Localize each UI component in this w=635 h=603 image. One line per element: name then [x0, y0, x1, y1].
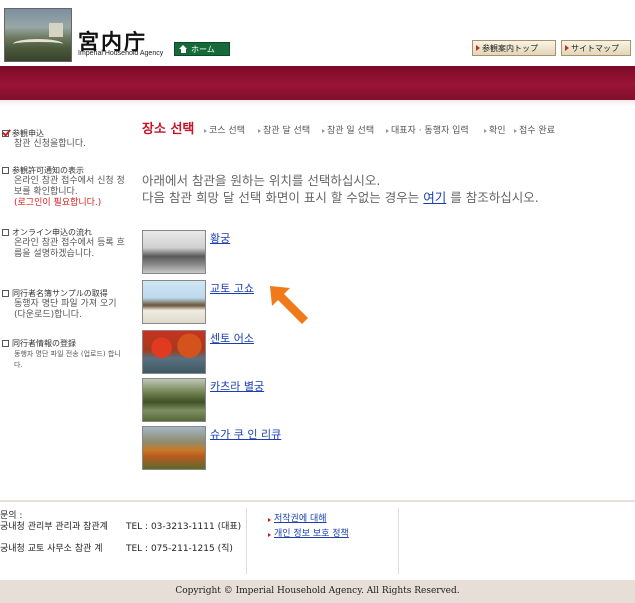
sidebar-heading: 参観許可通知の表示 [12, 166, 84, 175]
sidebar-desc: 동행자 명단 파일 전송 (업로드) 합니다. [14, 350, 121, 369]
sidebar-heading: 同行者名簿サンプルの取得 [12, 289, 108, 298]
header-banner [0, 66, 635, 100]
site-option-sento-palace[interactable]: 센토 어소 [142, 330, 442, 374]
sidebar-item-companion-sample[interactable]: 同行者名簿サンプルの取得 동행자 명단 파일 가져 오기 (다운로드)합니다. [2, 288, 126, 321]
checkbox-checked-icon [2, 130, 9, 137]
arrow-shape [270, 286, 308, 324]
site-link[interactable]: 슈가 쿠 인 리큐 [210, 426, 281, 442]
sidebar-item-permit-notice[interactable]: 参観許可通知の表示 온라인 참관 접수에서 신청 정보를 확인합니다. (로그인… [2, 165, 126, 209]
step-item: 코스 선택 [204, 126, 247, 137]
triangle-right-icon [268, 517, 271, 522]
step-item: 대표자 · 동행자 입력 [386, 126, 479, 137]
site-option-shugakuin-villa[interactable]: 슈가 쿠 인 리큐 [142, 426, 442, 470]
triangle-right-icon [484, 129, 487, 133]
site-link[interactable]: 교토 고쇼 [210, 280, 254, 296]
sidebar-desc: 동행자 명단 파일 가져 오기 (다운로드)합니다. [14, 299, 117, 320]
home-button[interactable]: ホーム [174, 42, 230, 56]
copyright-link[interactable]: 저작권에 대해 [268, 512, 349, 527]
step-item: 참관 달 선택 [258, 126, 313, 137]
orange-pointer-arrow-icon [270, 286, 308, 324]
sitemap-button[interactable]: サイトマップ [561, 40, 631, 56]
triangle-right-icon [258, 129, 261, 133]
contact-row: 궁내청 교토 사무소 참관 계 TEL : 075-211-1215 (직) [0, 544, 233, 554]
step-item: 확인 [484, 126, 507, 137]
intro-line1: 아래에서 참관을 원하는 위치를 선택하십시오. [142, 173, 381, 188]
home-icon [179, 45, 188, 53]
triangle-right-icon [322, 129, 325, 133]
sidebar-heading: 同行者情報の登録 [12, 339, 76, 348]
login-required-note: (로그인이 필요합니다.) [14, 198, 102, 208]
imperial-palace-photo[interactable] [142, 230, 206, 274]
sidebar-item-apply[interactable]: 参観申込 참관 신청을합니다. [2, 128, 126, 150]
site-link[interactable]: 카츠라 별궁 [210, 378, 264, 394]
footer-links: 저작권에 대해 개인 정보 보호 정책 [268, 512, 349, 542]
checkbox-icon [2, 340, 9, 347]
contact-row: 궁내청 관리부 관리과 참관계 TEL : 03-3213-1111 (대표) [0, 522, 242, 532]
contact-info: 문의 : 궁내청 관리부 관리과 참관계 TEL : 03-3213-1111 … [0, 511, 250, 555]
sento-palace-photo[interactable] [142, 330, 206, 374]
triangle-right-icon [476, 45, 480, 51]
triangle-right-icon [268, 532, 271, 537]
sidebar-heading: オンライン申込の流れ [12, 228, 92, 237]
intro-text: 아래에서 참관을 원하는 위치를 선택하십시오. 다음 참관 희망 달 선택 화… [142, 172, 582, 206]
checkbox-icon [2, 167, 9, 174]
sidebar-desc: 온라인 참관 접수에서 등록 흐름을 설명하겠습니다. [14, 238, 125, 259]
site-link[interactable]: 센토 어소 [210, 330, 254, 346]
katsura-villa-photo[interactable] [142, 378, 206, 422]
current-step: 장소 선택 [142, 122, 195, 137]
sidebar-item-online-flow[interactable]: オンライン申込の流れ 온라인 참관 접수에서 등록 흐름을 설명하겠습니다. [2, 227, 126, 260]
triangle-right-icon [204, 129, 207, 133]
copyright-bar: Copyright © Imperial Household Agency. A… [0, 580, 635, 603]
sidebar-desc: 참관 신청을합니다. [14, 139, 86, 149]
sidebar-desc: 온라인 참관 접수에서 신청 정보를 확인합니다. [14, 176, 125, 197]
site-header: 宮内庁 Imperial Household Agency ホーム 参観案内トッ… [0, 0, 635, 66]
site-logo-subtitle: Imperial Household Agency [78, 50, 164, 57]
sidebar-item-companion-register[interactable]: 同行者情報の登録 동행자 명단 파일 전송 (업로드) 합니다. [2, 338, 126, 371]
guide-top-label: 参観案内トップ [482, 43, 538, 53]
kyoto-gosho-photo[interactable] [142, 280, 206, 324]
site-option-imperial-palace[interactable]: 황궁 [142, 230, 442, 274]
step-item: 참관 일 선택 [322, 126, 379, 137]
home-button-label: ホーム [191, 44, 215, 54]
sidebar-heading: 参観申込 [12, 129, 44, 138]
shugakuin-villa-photo[interactable] [142, 426, 206, 470]
step-item: 접수 완료 [514, 126, 559, 137]
site-link[interactable]: 황궁 [210, 230, 230, 246]
site-option-katsura-villa[interactable]: 카츠라 별궁 [142, 378, 442, 422]
guide-top-button[interactable]: 参観案内トップ [472, 40, 556, 56]
checkbox-icon [2, 290, 9, 297]
triangle-right-icon [386, 129, 389, 133]
contact-label: 문의 : [0, 511, 23, 521]
palace-logo-image[interactable] [4, 8, 72, 62]
privacy-link[interactable]: 개인 정보 보호 정책 [268, 527, 349, 542]
triangle-right-icon [514, 129, 517, 133]
checkbox-icon [2, 229, 9, 236]
sitemap-label: サイトマップ [571, 43, 619, 53]
triangle-right-icon [565, 45, 569, 51]
here-link[interactable]: 여기 [423, 190, 446, 205]
step-progress: 장소 선택 코스 선택 참관 달 선택 참관 일 선택 대표자 · 동행자 입력… [140, 122, 635, 156]
intro-line2: 다음 참관 희망 달 선택 화면이 표시 할 수없는 경우는 여기 를 참조하십… [142, 190, 539, 205]
